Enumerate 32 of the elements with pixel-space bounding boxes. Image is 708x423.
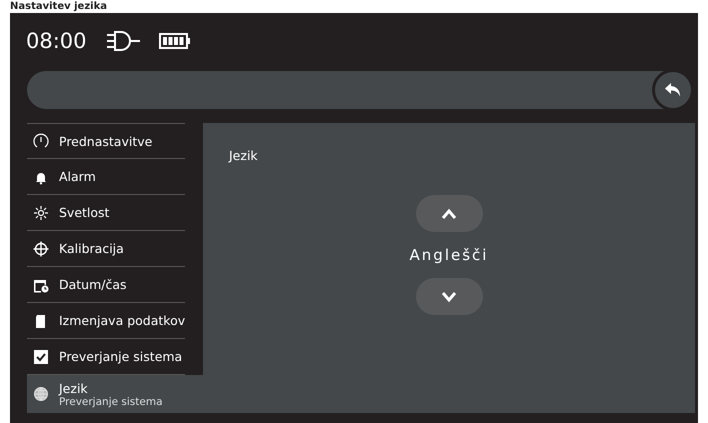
menu-item-label: Jezik [59, 380, 89, 396]
menu-item[interactable]: Svetlost [27, 195, 185, 231]
clock-time: 08:00 [26, 29, 87, 53]
up-button[interactable] [416, 195, 482, 232]
menu-item-label: Svetlost [59, 205, 110, 220]
menu-item[interactable]: Prednastavitve [27, 123, 185, 159]
menu-item-label: Kalibracija [59, 241, 124, 256]
language-value: Anglešči [410, 246, 488, 264]
menu-item-label: Alarm [59, 169, 96, 184]
chevron-up-icon [441, 208, 457, 220]
sun-icon [33, 204, 49, 220]
menu-item[interactable]: Izmenjava podatkov [27, 303, 185, 339]
menu-item-label: Izmenjava podatkov [59, 313, 186, 328]
down-button[interactable] [416, 278, 482, 315]
menu-item-label: Datum/čas [59, 277, 127, 292]
menu-item-sublabel: Preverjanje sistema [59, 396, 163, 408]
crosshair-icon [33, 240, 49, 256]
battery-icon [158, 33, 191, 49]
menu-item-label: Prednastavitve [59, 134, 152, 148]
page-title: Nastavitev jezika [9, 0, 107, 13]
menu-item[interactable]: Datum/čas [27, 267, 185, 303]
menu-item[interactable]: Alarm [27, 159, 185, 195]
panel-title: Jezik [227, 147, 259, 163]
back-arrow-icon [664, 81, 682, 99]
plug-icon [104, 30, 141, 52]
globe-icon [33, 386, 49, 402]
checkbox-icon [33, 348, 49, 364]
menu-item-label: Preverjanje sistema [59, 349, 182, 364]
chevron-down-icon [441, 290, 457, 302]
menu-item[interactable]: Kalibracija [27, 231, 185, 267]
gauge-icon [33, 133, 49, 149]
menu-item[interactable]: Jezik Preverjanje sistema [27, 375, 203, 413]
